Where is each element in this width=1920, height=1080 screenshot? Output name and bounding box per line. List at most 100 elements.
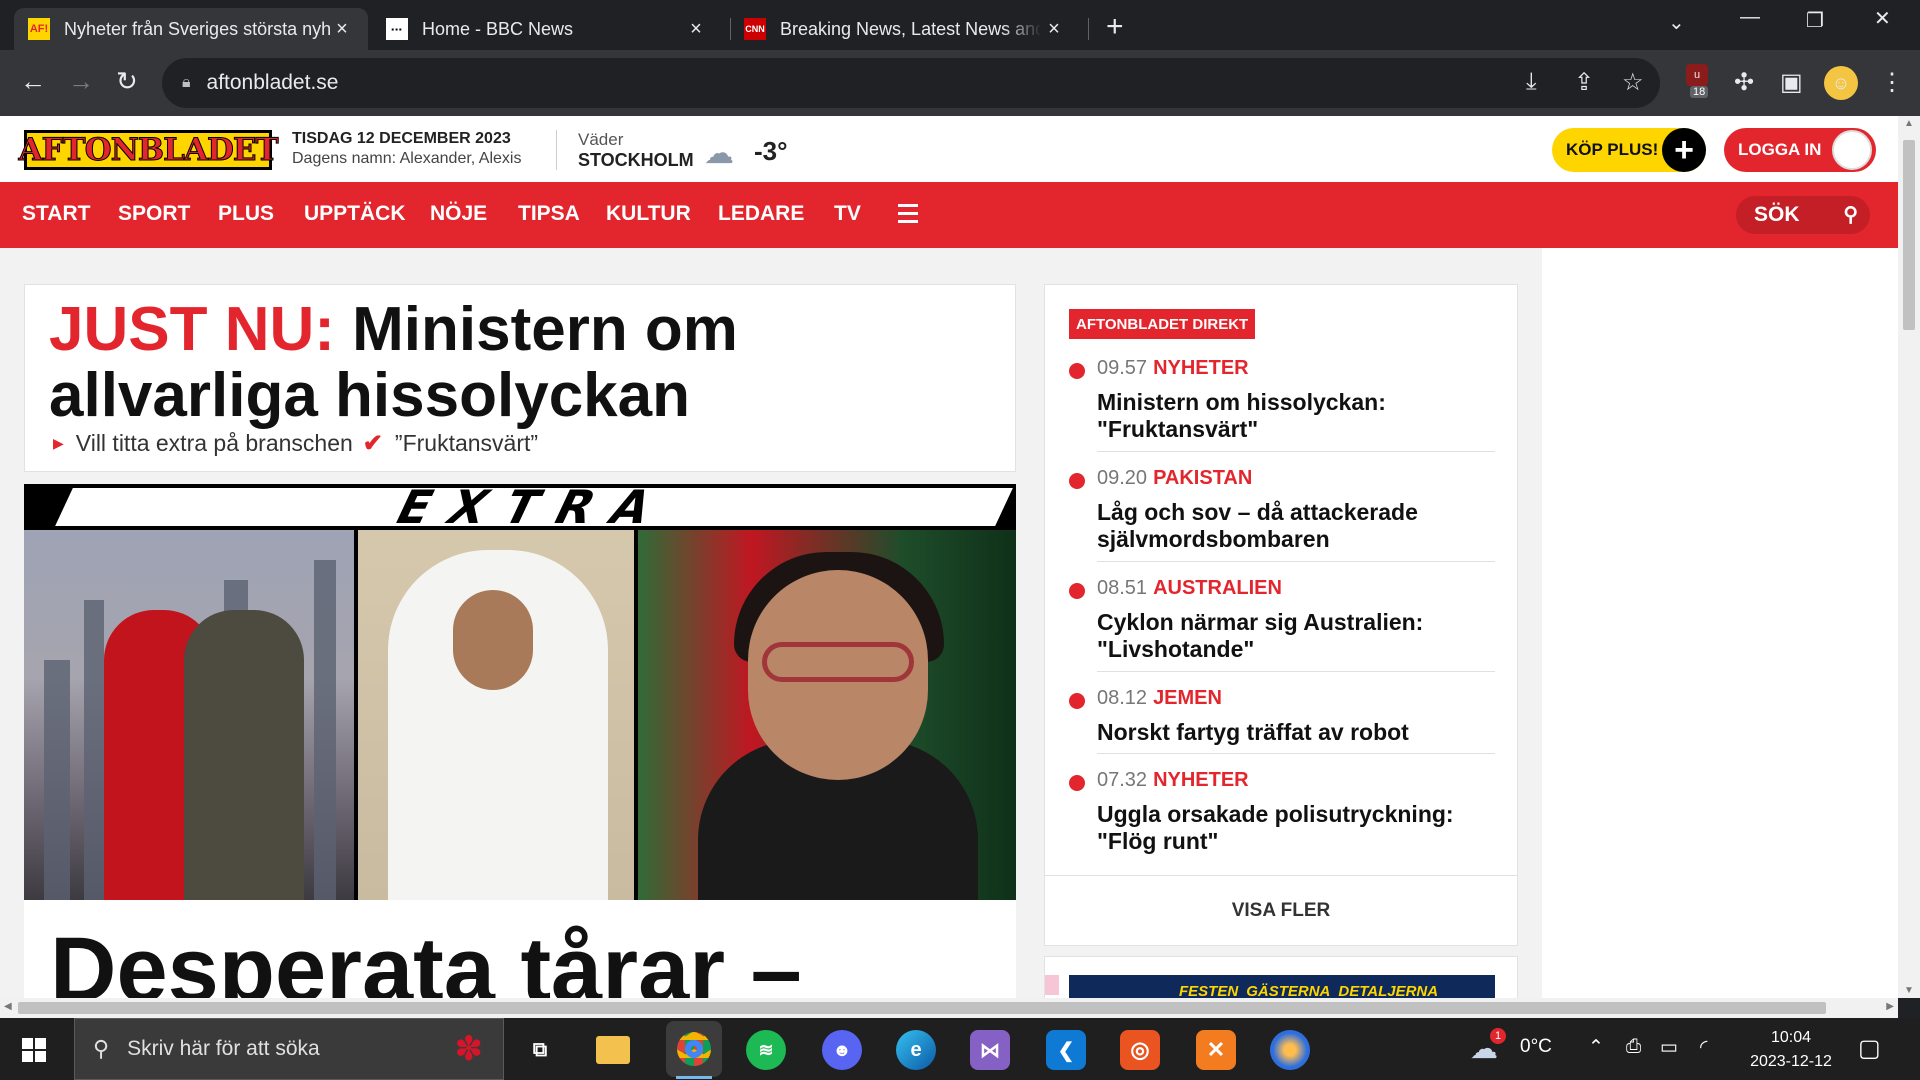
tab-separator	[1088, 18, 1089, 40]
url-text: aftonbladet.se	[206, 71, 339, 94]
minimize-icon[interactable]: —	[1740, 6, 1760, 29]
menu-hamburger-icon[interactable]	[898, 204, 918, 228]
new-tab-icon[interactable]: +	[1106, 10, 1124, 44]
direkt-badge[interactable]: AFTONBLADET DIREKT	[1069, 309, 1256, 339]
tray-chevron-icon[interactable]: ⌃	[1588, 1036, 1604, 1059]
scroll-right-icon[interactable]: ▶	[1886, 1001, 1894, 1012]
edge-icon[interactable]: e	[896, 1030, 936, 1070]
browser-menu-icon[interactable]: ⋮	[1880, 68, 1904, 97]
nav-item-noje[interactable]: NÖJE	[430, 202, 487, 226]
scroll-down-icon[interactable]: ▼	[1904, 985, 1914, 996]
address-bar[interactable]: 🔒︎ aftonbladet.se	[162, 58, 1660, 108]
reload-icon[interactable]: ↻	[116, 66, 138, 97]
nav-item-kultur[interactable]: KULTUR	[606, 202, 691, 226]
nav-item-start[interactable]: START	[22, 202, 90, 226]
header-date: TISDAG 12 DECEMBER 2023	[292, 130, 511, 147]
forward-icon[interactable]: →	[68, 66, 94, 97]
tab-strip: AF! Nyheter från Sveriges största nyh × …	[0, 0, 1920, 50]
lead-article[interactable]: JUST NU: Ministern om allvarliga hissoly…	[24, 284, 1016, 472]
item-headline: Uggla orsakade polisutryckning: "Flög ru…	[1097, 801, 1454, 854]
right-gutter	[1542, 248, 1898, 998]
festen-label: DETALJERNA	[1338, 982, 1439, 999]
extra-banner: EXTRA	[24, 484, 1016, 530]
scroll-left-icon[interactable]: ◀	[4, 1001, 12, 1012]
item-divider	[1097, 753, 1495, 754]
close-tab-icon[interactable]: ×	[1042, 18, 1066, 41]
vscode-icon[interactable]: ❮	[1046, 1030, 1086, 1070]
lead-headline[interactable]: JUST NU: Ministern om allvarliga hissoly…	[49, 297, 1009, 429]
wifi-icon[interactable]: ◜	[1700, 1036, 1707, 1059]
horizontal-scrollbar[interactable]: ◀ ▶	[0, 998, 1898, 1018]
item-headline: Ministern om hissolyckan: "Fruktansvärt"	[1097, 389, 1386, 442]
profile-avatar-icon[interactable]: ☺	[1824, 66, 1858, 100]
chrome-icon[interactable]	[666, 1021, 722, 1077]
user-avatar-icon	[1832, 130, 1872, 170]
site-header: AFTONBLADET TISDAG 12 DECEMBER 2023 Dage…	[0, 116, 1898, 182]
login-button[interactable]: LOGGA IN	[1724, 128, 1876, 172]
share-icon[interactable]: ⇪	[1574, 68, 1594, 97]
spotify-icon[interactable]: ≋	[746, 1030, 786, 1070]
firefox-icon[interactable]	[1270, 1030, 1310, 1070]
nav-item-upptack[interactable]: UPPTÄCK	[304, 202, 406, 226]
aftonbladet-logo[interactable]: AFTONBLADET	[18, 130, 279, 170]
extra-headline-box[interactable]: Desperata tårar –	[24, 900, 1016, 998]
nav-item-tipsa[interactable]: TIPSA	[518, 202, 580, 226]
bookmark-star-icon[interactable]: ☆	[1622, 68, 1644, 97]
live-dot-icon	[1069, 473, 1085, 489]
file-explorer-icon[interactable]	[596, 1036, 630, 1064]
nav-item-tv[interactable]: TV	[834, 202, 861, 226]
item-divider	[1097, 561, 1495, 562]
tab-search-icon[interactable]: ⌄	[1668, 10, 1685, 35]
side-panel-icon[interactable]: ▣	[1780, 68, 1803, 97]
nav-item-sport[interactable]: SPORT	[118, 202, 190, 226]
lock-icon: 🔒︎	[182, 74, 191, 91]
close-tab-icon[interactable]: ×	[330, 18, 354, 41]
taskbar-search-box[interactable]: ⚲ Skriv här för att söka ✽	[74, 1018, 504, 1080]
extra-headline[interactable]: Desperata tårar –	[50, 918, 802, 998]
nav-item-ledare[interactable]: LEDARE	[718, 202, 804, 226]
xampp-icon[interactable]: ✕	[1196, 1030, 1236, 1070]
notification-icon[interactable]: ▢	[1858, 1034, 1881, 1063]
search-icon: ⚲	[93, 1036, 110, 1061]
buy-plus-button[interactable]: KÖP PLUS! +	[1552, 128, 1706, 172]
battery-icon[interactable]: ▭	[1660, 1036, 1678, 1059]
back-icon[interactable]: ←	[20, 66, 46, 97]
tab-cnn[interactable]: CNN Breaking News, Latest News and ×	[730, 8, 1080, 50]
festen-label: FESTEN	[1179, 982, 1239, 999]
extra-article-image[interactable]: EXTRA	[24, 484, 1016, 900]
weather-temp[interactable]: 0°C	[1520, 1036, 1552, 1058]
install-icon[interactable]: ⤓	[1526, 68, 1537, 96]
lead-kicker: JUST NU:	[49, 295, 335, 364]
clock-date: 2023-12-12	[1750, 1053, 1832, 1070]
hscroll-thumb[interactable]	[18, 1002, 1826, 1014]
close-window-icon[interactable]: ✕	[1874, 6, 1891, 31]
system-clock[interactable]: 10:04 2023-12-12	[1744, 1026, 1838, 1074]
bbc-favicon: ▪▪▪	[386, 18, 408, 40]
visual-studio-icon[interactable]: ⋈	[970, 1030, 1010, 1070]
weather-label[interactable]: Väder	[578, 130, 623, 150]
pink-marker	[1045, 975, 1059, 995]
search-button[interactable]: SÖK ⚲	[1736, 196, 1870, 234]
scroll-thumb[interactable]	[1903, 140, 1915, 330]
search-icon: ⚲	[1843, 204, 1858, 226]
vertical-scrollbar[interactable]: ▲ ▼	[1898, 116, 1920, 998]
discord-icon[interactable]: ☻	[822, 1030, 862, 1070]
ublock-icon[interactable]: u	[1686, 64, 1708, 86]
scroll-up-icon[interactable]: ▲	[1904, 118, 1914, 129]
show-more-button[interactable]: VISA FLER	[1045, 875, 1517, 945]
restore-icon[interactable]: ❐	[1806, 8, 1824, 33]
weather-city[interactable]: STOCKHOLM	[578, 150, 694, 171]
item-category: JEMEN	[1153, 687, 1222, 709]
close-tab-icon[interactable]: ×	[684, 18, 708, 41]
tab-aftonbladet[interactable]: AF! Nyheter från Sveriges största nyh ×	[14, 8, 368, 50]
nav-item-plus[interactable]: PLUS	[218, 202, 274, 226]
task-view-icon[interactable]: ⧉	[520, 1030, 560, 1070]
camera-icon[interactable]: ⎙	[1626, 1036, 1641, 1058]
aftonbladet-favicon: AF!	[28, 18, 50, 40]
lead-subline[interactable]: ▶ Vill titta extra på branschen ✔ ”Frukt…	[53, 429, 538, 458]
festen-teaser[interactable]: FESTEN GÄSTERNA DETALJERNA	[1044, 956, 1518, 998]
windows-start-icon[interactable]	[22, 1038, 46, 1062]
tab-bbc[interactable]: ▪▪▪ Home - BBC News ×	[372, 8, 722, 50]
ubuntu-icon[interactable]: ◎	[1120, 1030, 1160, 1070]
extensions-puzzle-icon[interactable]: ✣	[1734, 68, 1754, 97]
